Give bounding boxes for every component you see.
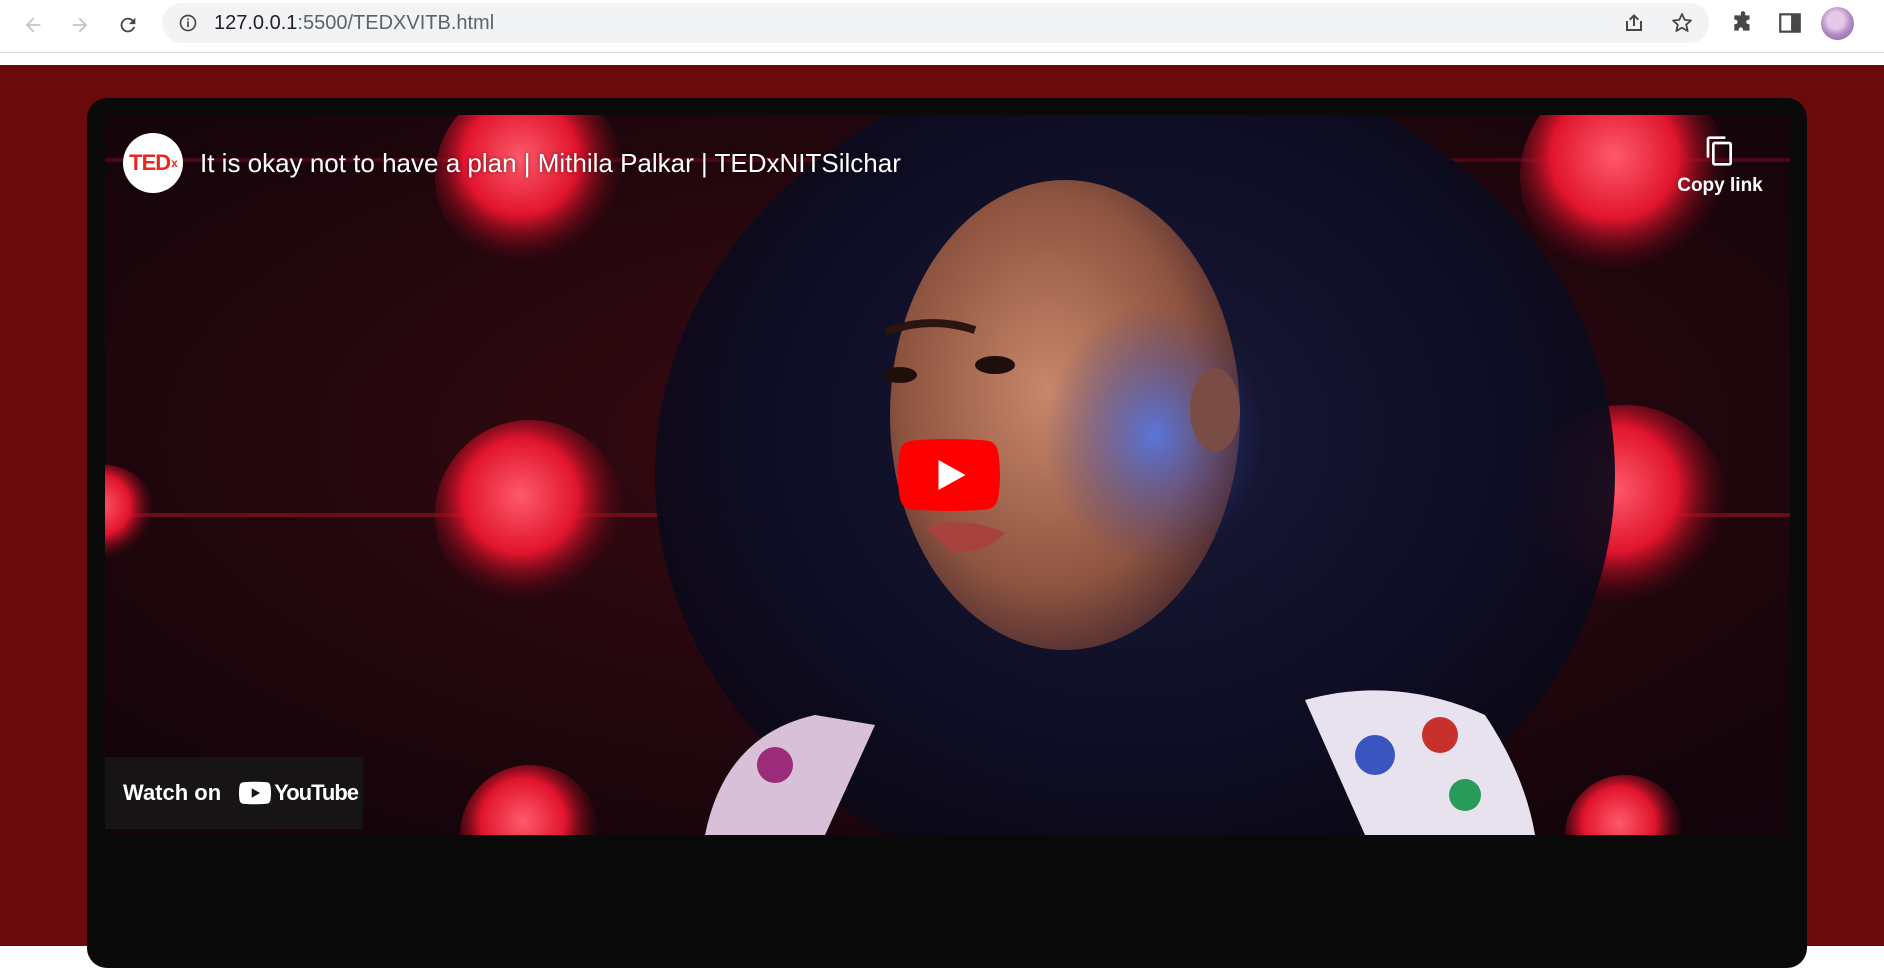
url-text[interactable]: 127.0.0.1:5500/TEDXVITB.html xyxy=(214,3,494,43)
reload-button[interactable] xyxy=(111,8,145,42)
watch-on-youtube-button[interactable]: Watch on YouTube xyxy=(105,757,363,829)
youtube-wordmark: YouTube xyxy=(274,780,359,805)
info-icon[interactable] xyxy=(178,13,198,33)
back-button[interactable] xyxy=(16,8,50,42)
video-title[interactable]: It is okay not to have a plan | Mithila … xyxy=(200,148,901,179)
url-path: :5500/TEDXVITB.html xyxy=(297,12,495,34)
video-title-row: TED x It is okay not to have a plan | Mit… xyxy=(123,133,901,193)
youtube-play-icon xyxy=(239,781,272,805)
profile-avatar[interactable] xyxy=(1821,7,1854,40)
channel-avatar[interactable]: TED x xyxy=(123,133,183,193)
youtube-logo: YouTube xyxy=(239,780,359,806)
star-icon[interactable] xyxy=(1670,11,1694,35)
url-host: 127.0.0.1 xyxy=(214,12,298,34)
copy-link-label: Copy link xyxy=(1677,175,1763,196)
reload-icon xyxy=(120,17,136,33)
forward-button[interactable] xyxy=(63,8,97,42)
play-button[interactable] xyxy=(898,439,1000,511)
arrow-left-icon xyxy=(25,17,41,33)
youtube-embed[interactable]: TED x It is okay not to have a plan | Mit… xyxy=(105,115,1790,835)
toolbar-divider xyxy=(0,52,1884,53)
share-icon[interactable] xyxy=(1622,11,1646,35)
copy-icon xyxy=(1706,136,1732,166)
address-bar[interactable]: 127.0.0.1:5500/TEDXVITB.html xyxy=(162,3,1709,43)
puzzle-icon[interactable] xyxy=(1730,10,1756,36)
channel-logo-sup: x xyxy=(171,156,178,170)
browser-toolbar: 127.0.0.1:5500/TEDXVITB.html xyxy=(0,0,1884,53)
arrow-right-icon xyxy=(72,17,88,33)
side-panel-icon[interactable] xyxy=(1777,10,1803,36)
watch-on-label: Watch on xyxy=(123,780,222,805)
channel-logo-text: TED xyxy=(129,150,171,175)
copy-link-button[interactable]: Copy link xyxy=(1670,133,1770,197)
